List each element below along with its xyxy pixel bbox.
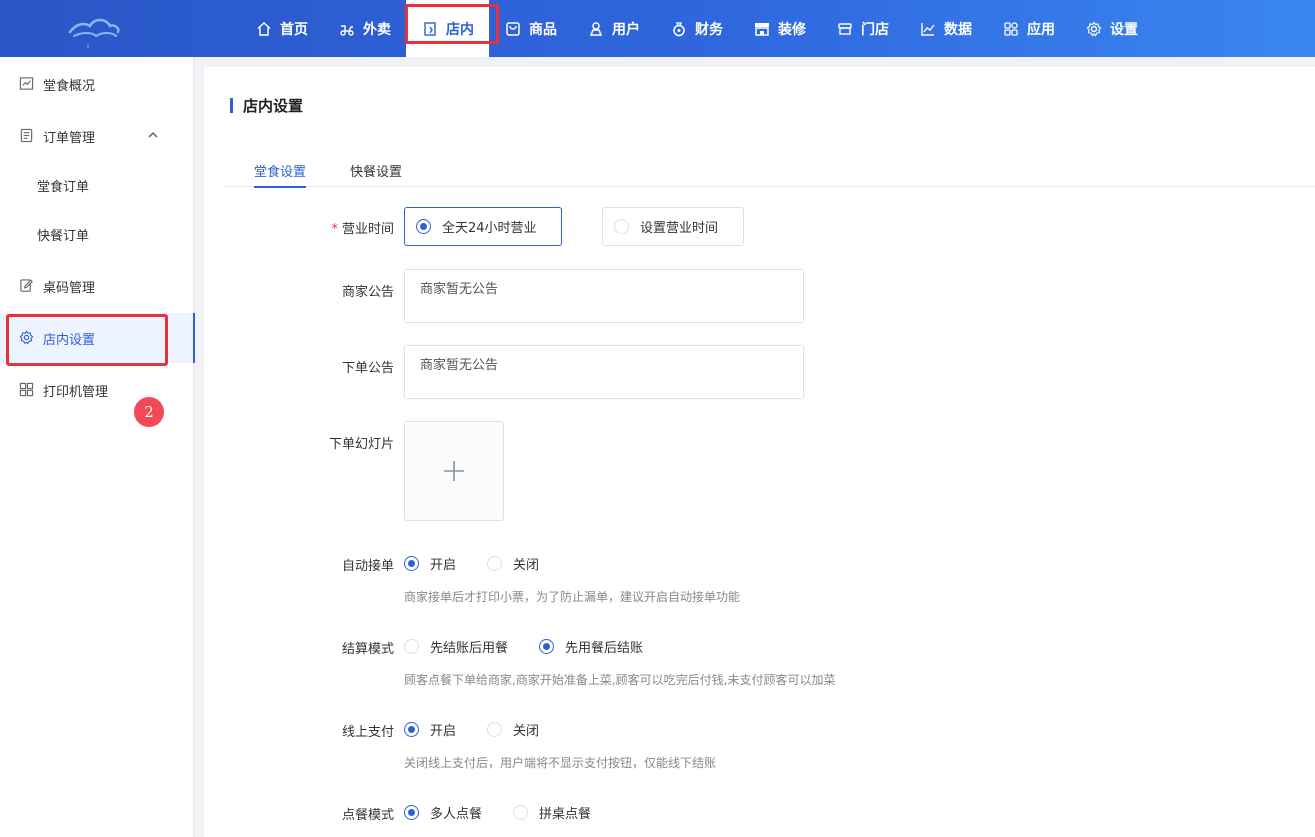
main-nav: 首页 外卖 店内 商品 用户 财务 装修 门店 数据 应用 设置 [240,0,1153,57]
chevron-up-icon[interactable] [146,128,160,142]
settlement-mode-hint: 顾客点餐下单给商家,商家开始准备上菜,顾客可以吃完后付钱,未支付顾客可以加菜 [404,673,836,687]
nav-decoration[interactable]: 装修 [738,0,821,57]
sidebar: 堂食概况 订单管理 堂食订单 快餐订单 桌码管理 店内设置 打印机管理 [0,57,195,837]
tab-fastfood-settings[interactable]: 快餐设置 [350,153,402,187]
overview-chart-icon [19,76,35,92]
radio-checked [416,219,431,234]
nav-home[interactable]: 首页 [240,0,323,57]
nav-apps[interactable]: 应用 [987,0,1070,57]
auto-accept-radio-group: 开启 关闭 [404,553,570,573]
step-badge-2: 2 [134,397,164,427]
gear-icon [19,330,35,346]
nav-takeout[interactable]: 外卖 [323,0,406,57]
radio-checked [404,555,419,571]
online-payment-off-option[interactable]: 关闭 [487,720,539,739]
nav-stores[interactable]: 门店 [821,0,904,57]
merchant-notice-textarea[interactable]: 商家暂无公告 [404,269,804,323]
eat-first-option[interactable]: 先用餐后结账 [539,637,643,656]
radio-unchecked [487,721,503,737]
business-hours-label: * 营业时间 [331,222,394,237]
shared-table-order-option[interactable]: 拼桌点餐 [513,803,591,822]
top-navbar: 首页 外卖 店内 商品 用户 财务 装修 门店 数据 应用 设置 [0,0,1315,57]
sidebar-item-fastfood-orders[interactable]: 快餐订单 [0,209,194,259]
money-bag-icon [670,20,688,38]
settlement-mode-label: 结算模式 [341,642,394,657]
online-payment-radio-group: 开启 关闭 [404,719,570,739]
nav-products[interactable]: 商品 [489,0,572,57]
order-doc-icon [19,128,35,144]
edit-icon [19,278,35,294]
settings-tabs: 堂食设置 快餐设置 [224,153,1315,188]
radio-unchecked [404,638,419,654]
user-icon [587,20,605,38]
gear-icon [1085,20,1103,38]
radio-checked [539,638,555,654]
logo[interactable] [0,0,194,57]
order-notice-label: 下单公告 [341,361,394,376]
nav-in-store[interactable]: 店内 [405,0,499,57]
home-icon [255,20,273,38]
scooter-icon [338,20,356,38]
store-icon [836,20,854,38]
sidebar-item-printer-management[interactable]: 打印机管理 [0,365,194,415]
nav-data[interactable]: 数据 [904,0,987,57]
radio-checked [404,721,419,737]
radio-unchecked [487,555,503,571]
main-content: 店内设置 堂食设置 快餐设置 * 营业时间 全天24小时营业 设置营业时间 商家公… [204,67,1315,837]
online-payment-label: 线上支付 [341,725,394,740]
auto-accept-on-option[interactable]: 开启 [404,554,456,573]
nav-users[interactable]: 用户 [572,0,655,57]
ordering-mode-radio-group: 多人点餐 拼桌点餐 [404,802,622,822]
auto-accept-off-option[interactable]: 关闭 [487,554,539,573]
plus-icon [444,461,464,481]
sidebar-item-table-code[interactable]: 桌码管理 [0,261,194,311]
merchant-notice-label: 商家公告 [341,285,394,300]
radio-unchecked [614,219,629,234]
auto-accept-label: 自动接单 [341,559,394,574]
sidebar-item-order-management[interactable]: 订单管理 [0,111,194,161]
order-slides-label: 下单幻灯片 [328,437,394,452]
apps-icon [1002,20,1020,38]
business-hours-24h-option[interactable]: 全天24小时营业 [404,207,562,246]
auto-accept-hint: 商家接单后才打印小票，为了防止漏单，建议开启自动接单功能 [404,590,741,604]
radio-checked [404,804,419,820]
grid-icon [19,382,35,398]
settlement-mode-radio-group: 先结账后用餐 先用餐后结账 [404,636,674,656]
nav-finance[interactable]: 财务 [655,0,738,57]
tab-dine-in-settings[interactable]: 堂食设置 [254,153,307,188]
ordering-mode-label: 点餐模式 [341,808,394,823]
cloud-logo-icon [68,18,120,48]
radio-unchecked [513,804,529,820]
slide-upload-button[interactable] [404,421,504,521]
multi-person-order-option[interactable]: 多人点餐 [404,803,482,822]
highlight-box-1 [405,4,499,44]
pay-first-option[interactable]: 先结账后用餐 [404,637,508,656]
nav-settings[interactable]: 设置 [1070,0,1153,57]
shop-front-icon [753,20,771,38]
sidebar-item-dine-overview[interactable]: 堂食概况 [0,59,194,109]
online-payment-on-option[interactable]: 开启 [404,720,456,739]
business-hours-custom-option[interactable]: 设置营业时间 [602,207,744,246]
sidebar-item-dine-orders[interactable]: 堂食订单 [0,160,194,210]
sidebar-item-store-settings[interactable]: 店内设置 [0,313,195,363]
chart-line-icon [919,20,937,38]
bag-icon [504,20,522,38]
order-notice-textarea[interactable]: 商家暂无公告 [404,345,804,399]
page-title: 店内设置 [230,95,303,115]
online-payment-hint: 关闭线上支付后，用户端将不显示支付按钮，仅能线下结账 [404,756,717,770]
